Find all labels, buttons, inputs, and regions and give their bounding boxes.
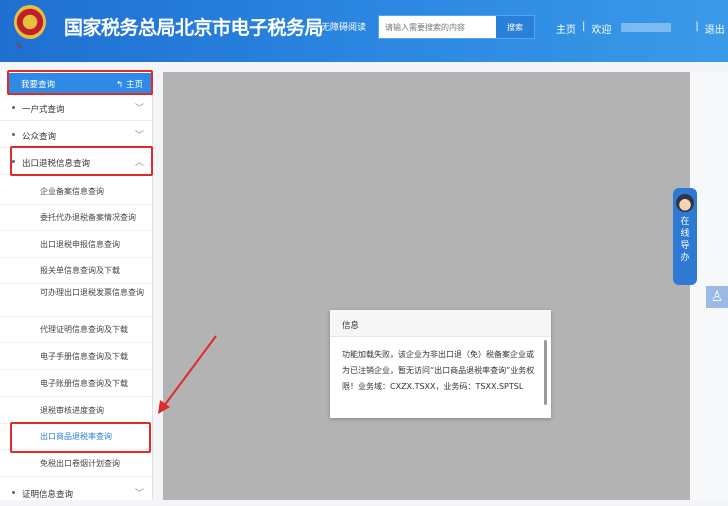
annotation-arrow bbox=[158, 335, 217, 414]
